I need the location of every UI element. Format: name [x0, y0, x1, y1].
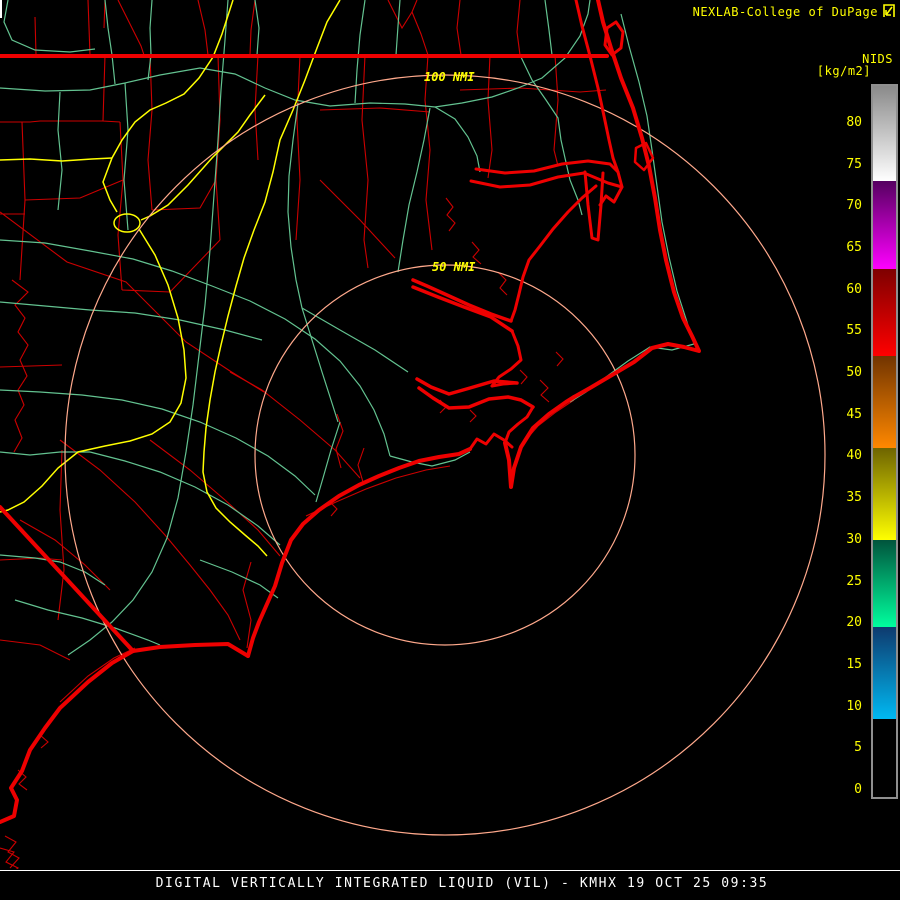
range-ring-label-50: 50 NMI — [432, 260, 476, 274]
county-boundaries — [0, 0, 607, 869]
status-separator-line — [0, 870, 900, 871]
colorbar-segment — [873, 356, 896, 449]
colorbar-segment — [873, 627, 896, 720]
colorbar-tick-label: 10 — [846, 698, 862, 714]
colorbar — [871, 84, 898, 799]
nc-sc-border — [0, 505, 135, 653]
colorbar-segment — [873, 539, 896, 628]
colorbar-tick-label: 70 — [846, 198, 862, 214]
colorbar-tick-label: 15 — [846, 656, 862, 672]
colorbar-tick-label: 25 — [846, 573, 862, 589]
colorbar-tick-label: 50 — [846, 365, 862, 380]
colorbar-tick-label: 60 — [846, 281, 862, 297]
colorbar-segment — [873, 719, 896, 790]
interstate-highways — [0, 0, 341, 557]
colorbar-tick-label: 5 — [854, 740, 862, 756]
colorbar-segment — [873, 181, 896, 269]
colorbar-tick-label: 75 — [846, 156, 862, 172]
colorbar-segment — [873, 86, 896, 182]
colorbar-tick-label: 55 — [846, 323, 862, 339]
colorbar-tick-label: 65 — [846, 239, 862, 255]
colorbar-tick-label: 0 — [854, 782, 862, 797]
status-text: DIGITAL VERTICALLY INTEGRATED LIQUID (VI… — [155, 876, 769, 891]
radar-display: 100 NMI 50 NMI NEXLAB-College of DuPage … — [0, 0, 900, 900]
colorbar-tick-labels: 80 75 70 65 60 55 50 45 40 35 30 25 20 15 10 5 0 — [812, 0, 862, 900]
colorbar-tick-label: 80 — [846, 114, 862, 130]
range-ring-label-100: 100 NMI — [424, 70, 475, 84]
colorbar-tick-label: 30 — [846, 531, 862, 547]
colorbar-tick-label: 45 — [846, 406, 862, 422]
radar-map: 100 NMI 50 NMI — [0, 0, 826, 869]
colorbar-tick-label: 20 — [846, 615, 862, 631]
colorbar-tick-label: 40 — [846, 448, 862, 464]
colorbar-segment — [873, 268, 896, 357]
state-borders-and-coastline — [0, 0, 701, 824]
colorbar-segment — [873, 448, 896, 540]
expand-arrow-icon — [883, 4, 895, 17]
colorbar-tick-label: 35 — [846, 490, 862, 506]
